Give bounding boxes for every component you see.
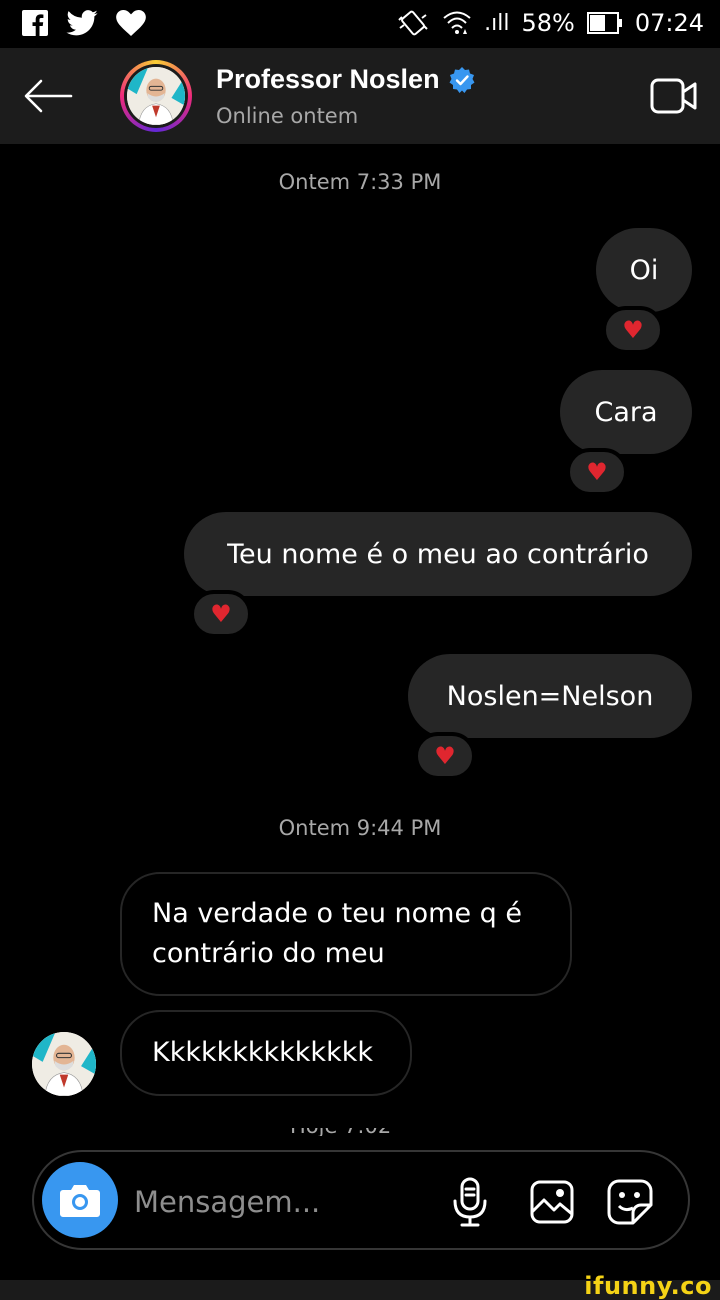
camera-icon bbox=[60, 1185, 100, 1217]
message-text: Oi bbox=[629, 254, 659, 286]
ifunny-watermark: ifunny.co bbox=[584, 1272, 712, 1300]
heart-reaction[interactable]: ♥ bbox=[602, 306, 664, 354]
microphone-icon bbox=[453, 1177, 487, 1227]
heart-reaction[interactable]: ♥ bbox=[414, 732, 476, 780]
timestamp: Ontem 7:33 PM bbox=[278, 170, 442, 194]
message-outgoing[interactable]: Noslen=Nelson bbox=[408, 654, 692, 738]
back-button[interactable] bbox=[20, 70, 76, 122]
contact-name[interactable]: Professor Noslen bbox=[216, 64, 476, 95]
status-bar: .ıll 58% 07:24 bbox=[0, 0, 720, 48]
system-status: .ıll 58% 07:24 bbox=[396, 8, 704, 38]
message-incoming[interactable]: Kkkkkkkkkkkkkk bbox=[120, 1010, 412, 1096]
arrow-left-icon bbox=[24, 79, 73, 113]
message-text: Na verdade o teu nome q é contrário do m… bbox=[152, 898, 523, 969]
video-call-button[interactable] bbox=[650, 76, 698, 116]
timestamp-partial: Hoje 7:02 AM bbox=[290, 1128, 430, 1136]
sticker-button[interactable] bbox=[606, 1176, 654, 1228]
heart-icon: ♥ bbox=[434, 742, 456, 770]
message-outgoing[interactable]: Teu nome é o meu ao contrário bbox=[184, 512, 692, 596]
timestamp: Ontem 9:44 PM bbox=[278, 816, 442, 840]
sender-avatar[interactable] bbox=[32, 1032, 96, 1096]
heart-icon: ♥ bbox=[586, 458, 608, 486]
verified-badge-icon bbox=[449, 66, 475, 93]
message-text: Noslen=Nelson bbox=[446, 680, 654, 712]
heart-reaction[interactable]: ♥ bbox=[566, 448, 628, 496]
wifi-icon bbox=[442, 9, 472, 37]
avatar-image bbox=[127, 67, 185, 125]
message-input[interactable] bbox=[134, 1180, 434, 1224]
heart-icon bbox=[116, 10, 146, 36]
message-text: Cara bbox=[594, 396, 658, 428]
camera-button[interactable] bbox=[42, 1162, 118, 1238]
facebook-icon bbox=[22, 10, 48, 36]
heart-icon: ♥ bbox=[622, 316, 644, 344]
chat-header: Professor Noslen Online ontem bbox=[0, 48, 720, 144]
online-status: Online ontem bbox=[216, 104, 359, 128]
video-camera-icon bbox=[650, 78, 697, 114]
signal-icon: .ıll bbox=[484, 10, 510, 36]
message-text: Kkkkkkkkkkkkkk bbox=[152, 1037, 373, 1068]
message-text: Teu nome é o meu ao contrário bbox=[227, 538, 649, 570]
timestamp-partial-text: Hoje 7:02 AM bbox=[290, 1128, 430, 1136]
microphone-button[interactable] bbox=[446, 1176, 494, 1228]
vibrate-icon bbox=[396, 8, 430, 38]
notification-icons bbox=[22, 10, 146, 36]
battery-percent: 58% bbox=[521, 9, 575, 37]
clock: 07:24 bbox=[634, 9, 704, 37]
message-outgoing[interactable]: Cara bbox=[560, 370, 692, 454]
battery-icon bbox=[586, 12, 623, 34]
message-composer bbox=[32, 1150, 690, 1250]
gallery-button[interactable] bbox=[528, 1176, 576, 1228]
heart-reaction[interactable]: ♥ bbox=[190, 590, 252, 638]
heart-icon: ♥ bbox=[210, 600, 232, 628]
contact-avatar[interactable] bbox=[120, 60, 192, 132]
twitter-icon bbox=[66, 10, 98, 36]
sticker-icon bbox=[607, 1179, 653, 1225]
message-outgoing[interactable]: Oi bbox=[596, 228, 692, 312]
message-incoming[interactable]: Na verdade o teu nome q é contrário do m… bbox=[120, 872, 572, 996]
contact-name-text: Professor Noslen bbox=[216, 64, 440, 94]
image-icon bbox=[530, 1180, 574, 1224]
